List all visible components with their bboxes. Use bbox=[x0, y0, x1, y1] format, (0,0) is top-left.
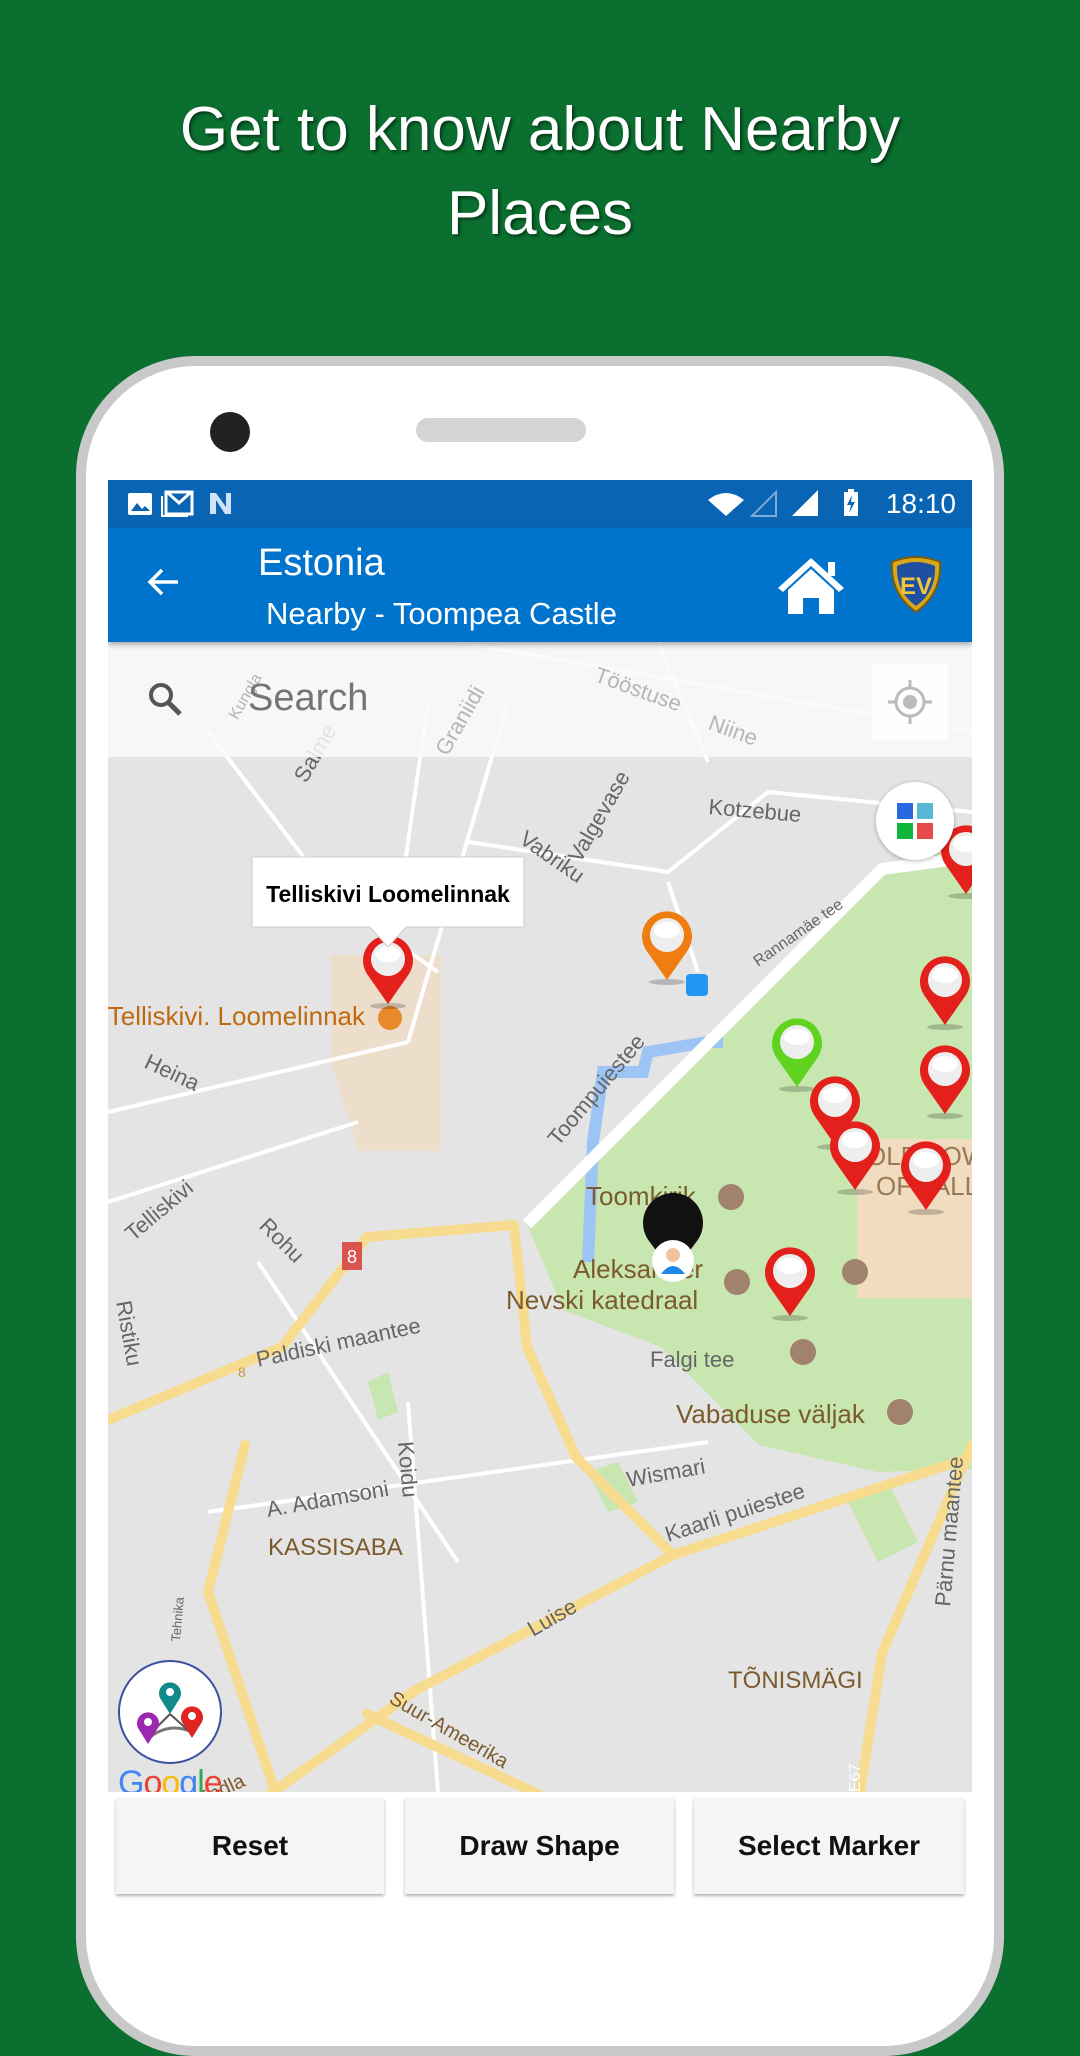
phone-camera bbox=[210, 412, 250, 452]
e67-label: E67 bbox=[847, 1763, 864, 1792]
grid-icon bbox=[897, 803, 913, 819]
street-label: Koidu bbox=[393, 1440, 423, 1498]
app-subtitle: Nearby - Toompea Castle bbox=[266, 596, 617, 631]
street-label: Niine bbox=[705, 710, 762, 751]
poi-label: Nevski katedraal bbox=[506, 1285, 698, 1315]
app-screen: 18:10 Estonia Nearby - Toompea Castle EV bbox=[108, 480, 972, 1920]
poi-label: Telliskivi. Loomelinnak bbox=[108, 1001, 366, 1031]
select-marker-button[interactable]: Select Marker bbox=[694, 1798, 964, 1894]
grid-icon bbox=[917, 803, 933, 819]
route-app-badge[interactable] bbox=[118, 1660, 222, 1764]
route-pins-icon bbox=[137, 1682, 203, 1744]
no-sim-signal-icon bbox=[749, 489, 777, 517]
back-arrow-icon[interactable] bbox=[144, 562, 184, 602]
crosshair-icon bbox=[888, 680, 932, 724]
svg-text:EV: EV bbox=[900, 573, 932, 600]
my-location-button[interactable] bbox=[872, 664, 948, 740]
district-label: TÕNISMÄGI bbox=[728, 1666, 863, 1694]
status-bar: 18:10 bbox=[108, 480, 972, 528]
map-view[interactable]: Salme Valgevase Kotzebue Vabriku Rannamä… bbox=[108, 642, 972, 1792]
street-label: Tööstuse bbox=[591, 662, 686, 717]
route-8-label: 8 bbox=[238, 1364, 246, 1380]
battery-charging-icon bbox=[844, 489, 858, 516]
search-input[interactable] bbox=[248, 666, 568, 730]
image-icon bbox=[128, 493, 152, 515]
info-window-title: Telliskivi Loomelinnak bbox=[266, 881, 510, 907]
google-logo: Google bbox=[118, 1764, 223, 1792]
headline-line-1: Get to know about Nearby bbox=[179, 95, 901, 164]
search-icon bbox=[149, 683, 182, 716]
phone-speaker bbox=[416, 418, 586, 442]
headline-line-2: Places bbox=[446, 179, 634, 248]
street-label: Falgi tee bbox=[650, 1347, 734, 1372]
district-label: KASSISABA bbox=[268, 1534, 403, 1561]
promo-headline: Get to know about Nearby Places bbox=[0, 88, 1080, 256]
app-title: Estonia bbox=[258, 542, 385, 584]
wifi-icon bbox=[708, 493, 744, 516]
draw-shape-button[interactable]: Draw Shape bbox=[405, 1798, 674, 1894]
reset-button[interactable]: Reset bbox=[116, 1798, 384, 1894]
map-canvas[interactable]: Salme Valgevase Kotzebue Vabriku Rannamä… bbox=[108, 642, 972, 1792]
home-icon[interactable] bbox=[776, 554, 846, 616]
grid-icon bbox=[917, 823, 933, 839]
route-8-shield: 8 bbox=[342, 1242, 362, 1270]
bus-stop-icon bbox=[686, 974, 708, 996]
svg-text:8: 8 bbox=[347, 1247, 357, 1267]
gmail-icon bbox=[161, 490, 194, 517]
ev-logo-icon[interactable]: EV bbox=[888, 554, 944, 616]
status-time: 18:10 bbox=[885, 488, 956, 519]
action-bar: Reset Draw Shape Select Marker bbox=[108, 1792, 972, 1920]
app-bar: Estonia Nearby - Toompea Castle EV bbox=[108, 528, 972, 642]
search-bar[interactable]: Kungla Graniidi Tööstuse Niine bbox=[108, 642, 972, 760]
signal-icon bbox=[792, 490, 818, 516]
grid-icon bbox=[897, 823, 913, 839]
n-app-icon bbox=[210, 493, 231, 514]
map-type-button[interactable] bbox=[876, 782, 954, 860]
poi-label: Vabaduse väljak bbox=[676, 1399, 866, 1429]
